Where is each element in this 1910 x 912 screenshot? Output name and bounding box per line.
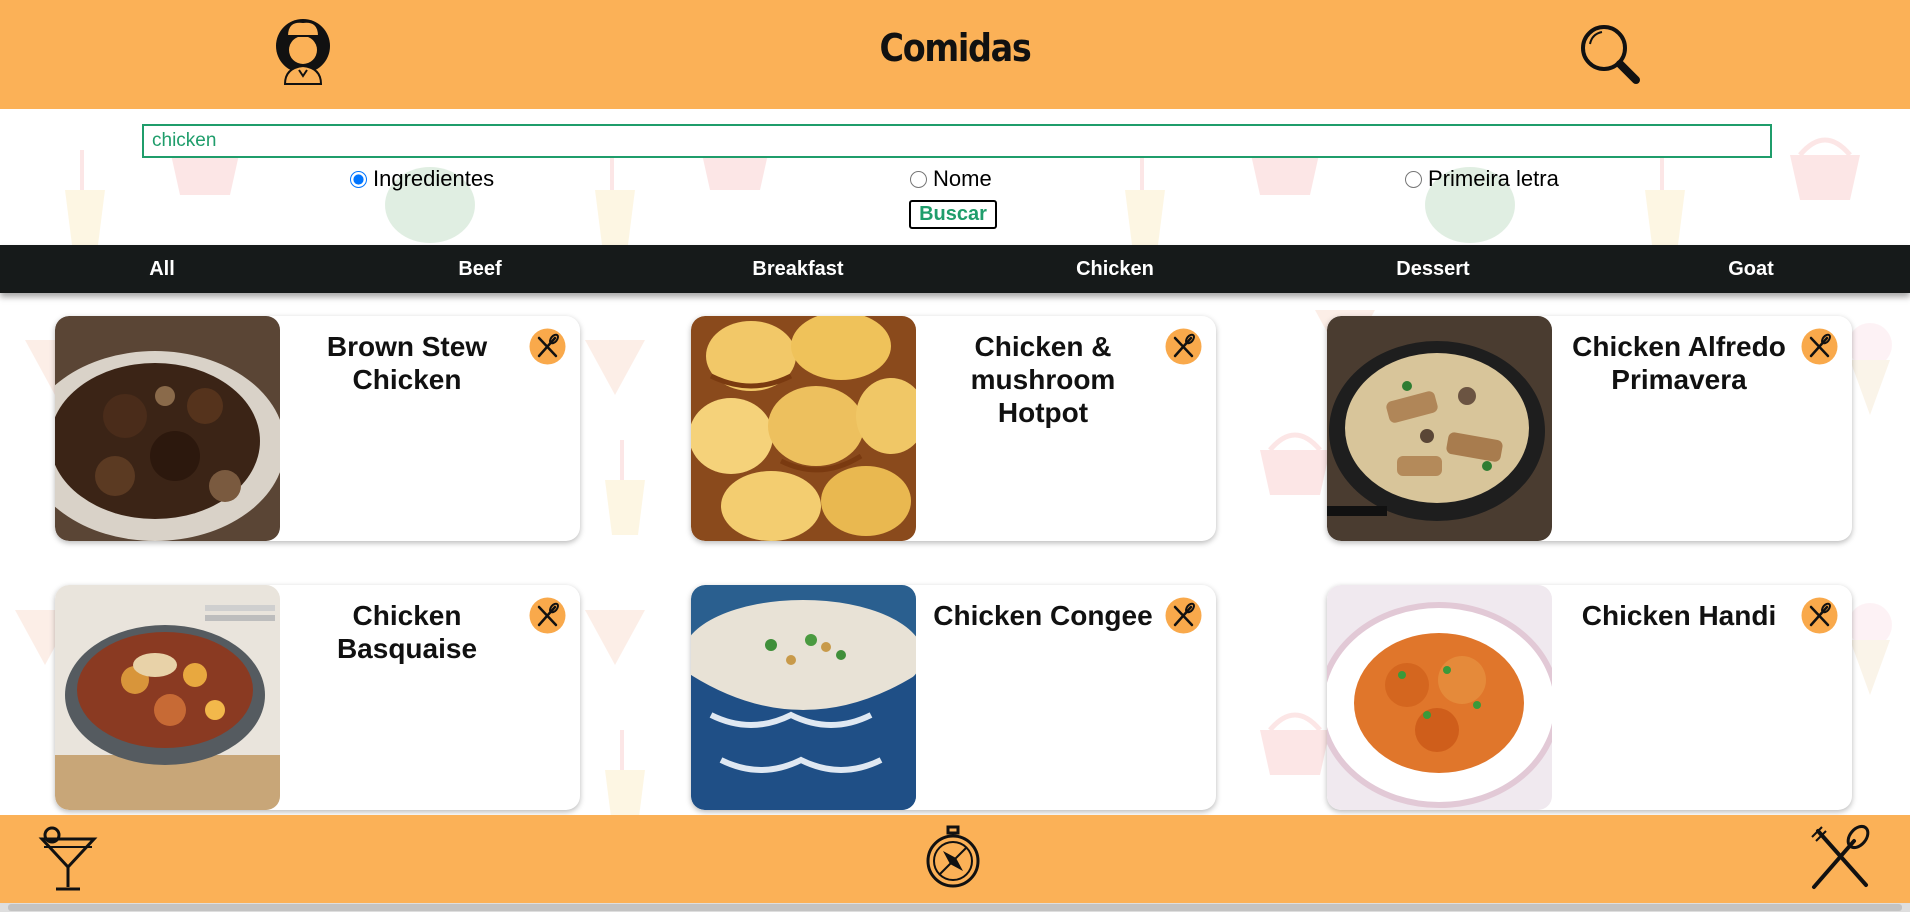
drinks-button[interactable] — [38, 825, 98, 893]
search-button[interactable]: Buscar — [909, 200, 997, 229]
horizontal-scrollbar[interactable] — [0, 903, 1910, 912]
explore-button[interactable] — [925, 825, 981, 889]
fork-knife-icon[interactable] — [529, 597, 566, 634]
pizza-slice-icon — [585, 610, 645, 665]
fork-spoon-icon — [1811, 824, 1870, 889]
recipe-image — [55, 585, 280, 810]
recipe-title: Chicken Handi — [1581, 600, 1777, 631]
category-breakfast[interactable]: Breakfast — [698, 245, 898, 293]
fork-knife-icon[interactable] — [1801, 328, 1838, 365]
radio-primeira-letra-label: Primeira letra — [1428, 166, 1559, 191]
search-input[interactable] — [142, 124, 1772, 158]
fork-knife-icon[interactable] — [1165, 597, 1202, 634]
radio-ingredientes-label: Ingredientes — [373, 166, 495, 191]
recipe-title: Chicken Basquaise — [336, 600, 478, 664]
radio-primeira-letra-input[interactable] — [1405, 170, 1422, 188]
recipe-title: Chicken Congee — [933, 600, 1153, 631]
recipe-image — [691, 316, 916, 541]
recipe-card[interactable]: Brown Stew Chicken — [55, 316, 580, 541]
bottom-footer — [0, 815, 1910, 903]
recipe-card[interactable]: Chicken Basquaise — [55, 585, 580, 810]
category-chicken[interactable]: Chicken — [1015, 245, 1215, 293]
search-toggle-button[interactable] — [1576, 22, 1642, 86]
radio-nome-input[interactable] — [910, 170, 927, 188]
recipe-title: Chicken & mushroom Hotpot — [970, 331, 1116, 428]
foods-button[interactable] — [1808, 823, 1872, 891]
pizza-slice-icon — [585, 340, 645, 395]
recipe-image — [691, 585, 916, 810]
category-all[interactable]: All — [62, 245, 262, 293]
radio-nome-label: Nome — [933, 166, 992, 191]
radio-primeira-letra[interactable]: Primeira letra — [1405, 166, 1559, 192]
recipe-image — [1327, 316, 1552, 541]
category-dessert[interactable]: Dessert — [1333, 245, 1533, 293]
recipe-card[interactable]: Chicken Alfredo Primavera — [1327, 316, 1852, 541]
recipe-image — [1327, 585, 1552, 810]
search-panel: Ingredientes Nome Primeira letra Buscar — [0, 109, 1910, 244]
fork-knife-icon[interactable] — [1165, 328, 1202, 365]
compass-icon — [926, 825, 980, 888]
recipe-title: Chicken Alfredo Primavera — [1572, 331, 1786, 395]
fork-knife-icon[interactable] — [529, 328, 566, 365]
recipe-card[interactable]: Chicken Handi — [1327, 585, 1852, 810]
page-title: Comidas — [879, 26, 1031, 70]
scrollbar-thumb[interactable] — [8, 904, 1902, 911]
recipe-card[interactable]: Chicken Congee — [691, 585, 1216, 810]
radio-ingredientes-input[interactable] — [350, 170, 367, 188]
category-beef[interactable]: Beef — [380, 245, 580, 293]
cocktail-glass-icon — [38, 826, 98, 891]
fork-knife-icon[interactable] — [1801, 597, 1838, 634]
drink-cup-icon — [605, 440, 645, 535]
category-bar: All Beef Breakfast Chicken Dessert Goat — [0, 245, 1910, 293]
radio-nome[interactable]: Nome — [910, 166, 992, 192]
magnifier-icon — [1581, 25, 1640, 84]
top-header: Comidas — [0, 0, 1910, 109]
recipe-image — [55, 316, 280, 541]
category-goat[interactable]: Goat — [1651, 245, 1851, 293]
recipe-card[interactable]: Chicken & mushroom Hotpot — [691, 316, 1216, 541]
recipe-title: Brown Stew Chicken — [326, 331, 488, 395]
radio-ingredientes[interactable]: Ingredientes — [350, 166, 494, 192]
